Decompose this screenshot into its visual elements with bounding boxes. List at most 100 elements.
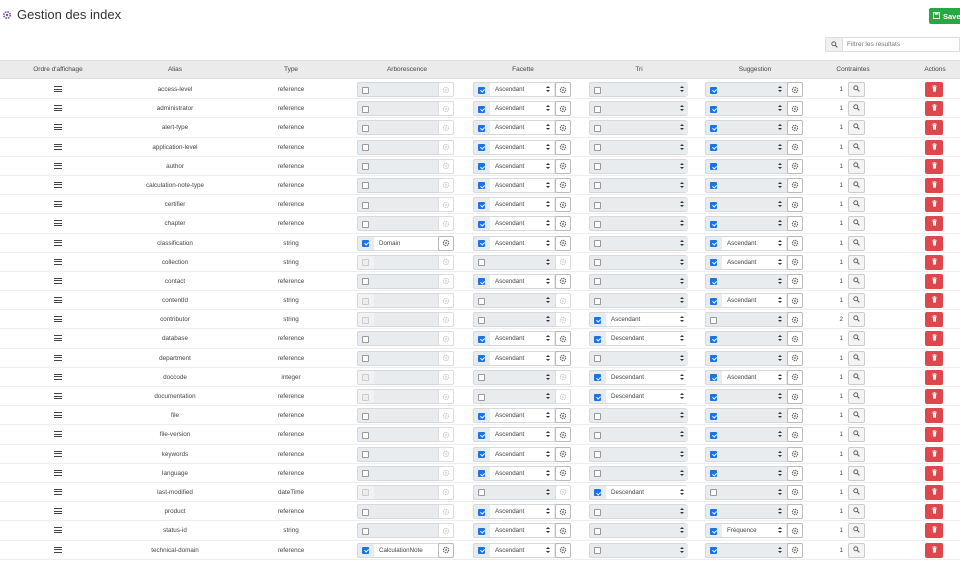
suggestion-checkbox[interactable]: [710, 220, 717, 228]
facette-checkbox[interactable]: [478, 278, 485, 286]
constraints-search-button[interactable]: [848, 197, 865, 213]
tri-select[interactable]: [606, 159, 688, 173]
facette-settings-gear-icon[interactable]: [555, 254, 571, 270]
suggestion-select[interactable]: [722, 102, 786, 116]
arborescence-checkbox[interactable]: [362, 220, 369, 228]
facette-settings-gear-icon[interactable]: [555, 523, 571, 539]
constraints-search-button[interactable]: [848, 235, 865, 251]
arborescence-settings-gear-icon[interactable]: [438, 312, 454, 328]
suggestion-select[interactable]: Ascendant: [722, 236, 786, 250]
drag-handle-icon[interactable]: [54, 431, 62, 438]
facette-settings-gear-icon[interactable]: [555, 484, 571, 500]
facette-select[interactable]: Ascendant: [490, 524, 554, 538]
arborescence-settings-gear-icon[interactable]: [438, 542, 454, 558]
suggestion-settings-gear-icon[interactable]: [787, 216, 803, 232]
facette-settings-gear-icon[interactable]: [555, 504, 571, 520]
suggestion-settings-gear-icon[interactable]: [787, 293, 803, 309]
suggestion-select[interactable]: Fréquence: [722, 524, 786, 538]
arborescence-checkbox[interactable]: [362, 355, 369, 363]
facette-checkbox[interactable]: [478, 182, 485, 190]
delete-button[interactable]: [925, 235, 943, 251]
facette-select[interactable]: Ascendant: [490, 409, 554, 423]
constraints-search-button[interactable]: [848, 369, 865, 385]
suggestion-settings-gear-icon[interactable]: [787, 504, 803, 520]
suggestion-checkbox[interactable]: [710, 431, 717, 439]
tri-select[interactable]: [606, 217, 688, 231]
arborescence-value[interactable]: [374, 140, 443, 154]
suggestion-settings-gear-icon[interactable]: [787, 312, 803, 328]
facette-select[interactable]: [490, 313, 554, 327]
facette-select[interactable]: Ascendant: [490, 217, 554, 231]
delete-button[interactable]: [925, 158, 943, 174]
facette-select[interactable]: [490, 255, 554, 269]
constraints-search-button[interactable]: [848, 408, 865, 424]
arborescence-value[interactable]: [374, 524, 443, 538]
arborescence-value[interactable]: [374, 332, 443, 346]
tri-checkbox[interactable]: [594, 316, 601, 324]
constraints-search-button[interactable]: [848, 254, 865, 270]
suggestion-checkbox[interactable]: [710, 163, 717, 171]
constraints-search-button[interactable]: [848, 158, 865, 174]
drag-handle-icon[interactable]: [54, 105, 62, 112]
delete-button[interactable]: [925, 331, 943, 347]
tri-select[interactable]: [606, 524, 688, 538]
suggestion-checkbox[interactable]: [710, 240, 717, 247]
suggestion-checkbox[interactable]: [710, 527, 717, 535]
delete-button[interactable]: [925, 177, 943, 193]
tri-select[interactable]: Ascendant: [606, 313, 688, 327]
drag-handle-icon[interactable]: [54, 450, 62, 457]
facette-checkbox[interactable]: [478, 489, 485, 497]
tri-select[interactable]: Descendant: [606, 485, 688, 499]
suggestion-select[interactable]: [722, 198, 786, 212]
arborescence-value[interactable]: [374, 198, 443, 212]
facette-select[interactable]: [490, 370, 554, 384]
arborescence-settings-gear-icon[interactable]: [438, 331, 454, 347]
tri-select[interactable]: [606, 543, 688, 557]
arborescence-settings-gear-icon[interactable]: [438, 504, 454, 520]
tri-checkbox[interactable]: [594, 527, 601, 535]
delete-button[interactable]: [925, 369, 943, 385]
tri-checkbox[interactable]: [594, 489, 601, 497]
facette-settings-gear-icon[interactable]: [555, 389, 571, 404]
drag-handle-icon[interactable]: [54, 412, 62, 419]
tri-checkbox[interactable]: [594, 278, 601, 286]
delete-button[interactable]: [925, 350, 943, 366]
tri-select[interactable]: [606, 102, 688, 116]
suggestion-checkbox[interactable]: [710, 374, 717, 382]
facette-select[interactable]: Ascendant: [490, 332, 554, 346]
arborescence-checkbox[interactable]: [362, 547, 369, 554]
facette-checkbox[interactable]: [478, 451, 485, 459]
facette-checkbox[interactable]: [478, 335, 485, 343]
constraints-search-button[interactable]: [848, 177, 865, 193]
facette-settings-gear-icon[interactable]: [555, 197, 571, 213]
facette-checkbox[interactable]: [478, 470, 485, 478]
delete-button[interactable]: [925, 312, 943, 328]
facette-settings-gear-icon[interactable]: [555, 369, 571, 385]
suggestion-checkbox[interactable]: [710, 278, 717, 286]
constraints-search-button[interactable]: [848, 273, 865, 289]
suggestion-checkbox[interactable]: [710, 547, 717, 554]
facette-checkbox[interactable]: [478, 259, 485, 267]
arborescence-settings-gear-icon[interactable]: [438, 101, 454, 117]
save-button[interactable]: Save: [929, 8, 960, 24]
arborescence-value[interactable]: [374, 447, 443, 461]
drag-handle-icon[interactable]: [54, 297, 62, 304]
delete-button[interactable]: [925, 389, 943, 404]
drag-handle-icon[interactable]: [54, 258, 62, 265]
constraints-search-button[interactable]: [848, 293, 865, 309]
suggestion-checkbox[interactable]: [710, 316, 717, 324]
arborescence-settings-gear-icon[interactable]: [438, 197, 454, 213]
arborescence-checkbox[interactable]: [362, 163, 369, 171]
tri-checkbox[interactable]: [594, 508, 601, 516]
suggestion-checkbox[interactable]: [710, 489, 717, 497]
arborescence-value[interactable]: CalculationNote: [374, 543, 443, 557]
arborescence-settings-gear-icon[interactable]: [438, 139, 454, 155]
suggestion-settings-gear-icon[interactable]: [787, 542, 803, 558]
facette-select[interactable]: Ascendant: [490, 102, 554, 116]
suggestion-settings-gear-icon[interactable]: [787, 177, 803, 193]
tri-checkbox[interactable]: [594, 124, 601, 132]
facette-checkbox[interactable]: [478, 124, 485, 132]
facette-select[interactable]: [490, 294, 554, 308]
arborescence-settings-gear-icon[interactable]: [438, 177, 454, 193]
tri-select[interactable]: [606, 255, 688, 269]
